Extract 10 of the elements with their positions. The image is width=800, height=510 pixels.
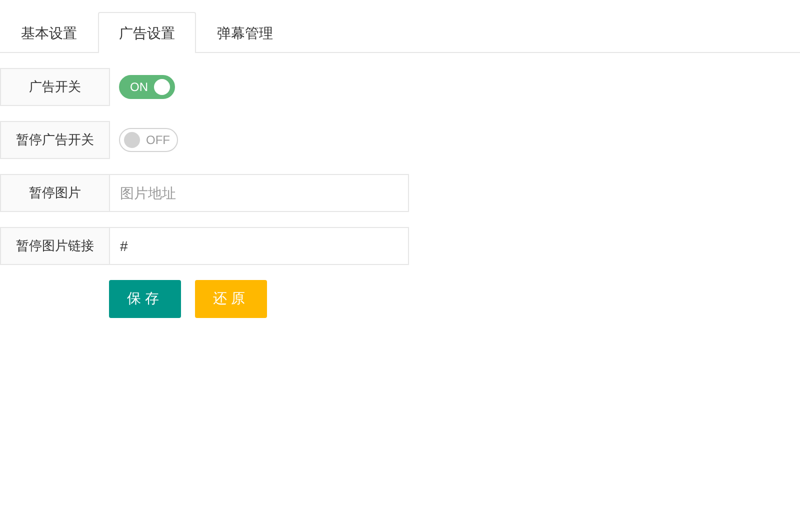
field-label: 暂停广告开关 bbox=[0, 121, 110, 159]
input-field[interactable]: 图片地址 bbox=[110, 174, 409, 212]
input-field[interactable]: # bbox=[110, 227, 409, 265]
field-label: 广告开关 bbox=[0, 68, 110, 106]
form-button[interactable]: 保存 bbox=[109, 280, 181, 318]
tab[interactable]: 广告设置 bbox=[98, 12, 196, 53]
field-label: 暂停图片链接 bbox=[0, 227, 110, 265]
tab[interactable]: 弹幕管理 bbox=[196, 12, 294, 53]
field-label: 暂停图片 bbox=[0, 174, 110, 212]
tab[interactable]: 基本设置 bbox=[0, 12, 98, 53]
